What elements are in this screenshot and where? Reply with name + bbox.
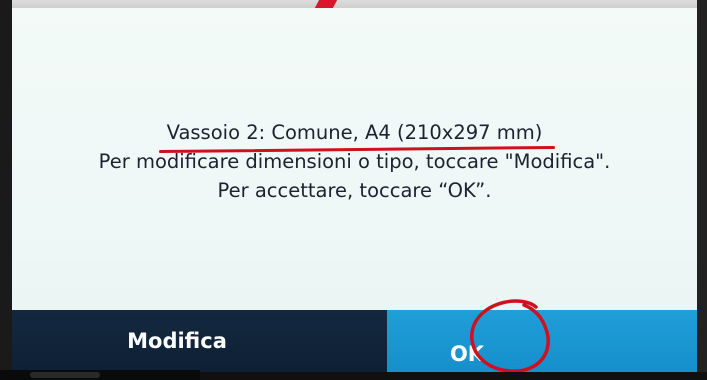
dialog-button-bar: Modifica OK <box>12 310 697 372</box>
device-edge <box>0 370 200 380</box>
printer-screen: Vassoio 2: Comune, A4 (210x297 mm) Per m… <box>12 8 697 372</box>
photo-of-printer-display: Vassoio 2: Comune, A4 (210x297 mm) Per m… <box>0 0 707 380</box>
ok-button-label: OK <box>449 342 485 366</box>
tray-info-title: Vassoio 2: Comune, A4 (210x297 mm) <box>158 118 555 154</box>
accept-instruction: Per accettare, toccare “OK”. <box>217 179 492 202</box>
modify-instruction: Per modificare dimensioni o tipo, toccar… <box>98 150 611 173</box>
display-bezel-top <box>0 0 707 8</box>
tray-info-text: Vassoio 2: Comune, A4 (210x297 mm) <box>166 121 543 144</box>
tray-confirmation-message: Vassoio 2: Comune, A4 (210x297 mm) Per m… <box>12 118 697 205</box>
device-edge-detail <box>30 372 100 378</box>
display-bezel-left <box>0 0 12 380</box>
display-bezel-right <box>697 0 707 380</box>
ok-button[interactable]: OK <box>387 310 697 372</box>
modifica-button[interactable]: Modifica <box>12 310 387 372</box>
message-title-line: Vassoio 2: Comune, A4 (210x297 mm) <box>12 118 697 154</box>
modifica-button-label: Modifica <box>127 329 227 353</box>
